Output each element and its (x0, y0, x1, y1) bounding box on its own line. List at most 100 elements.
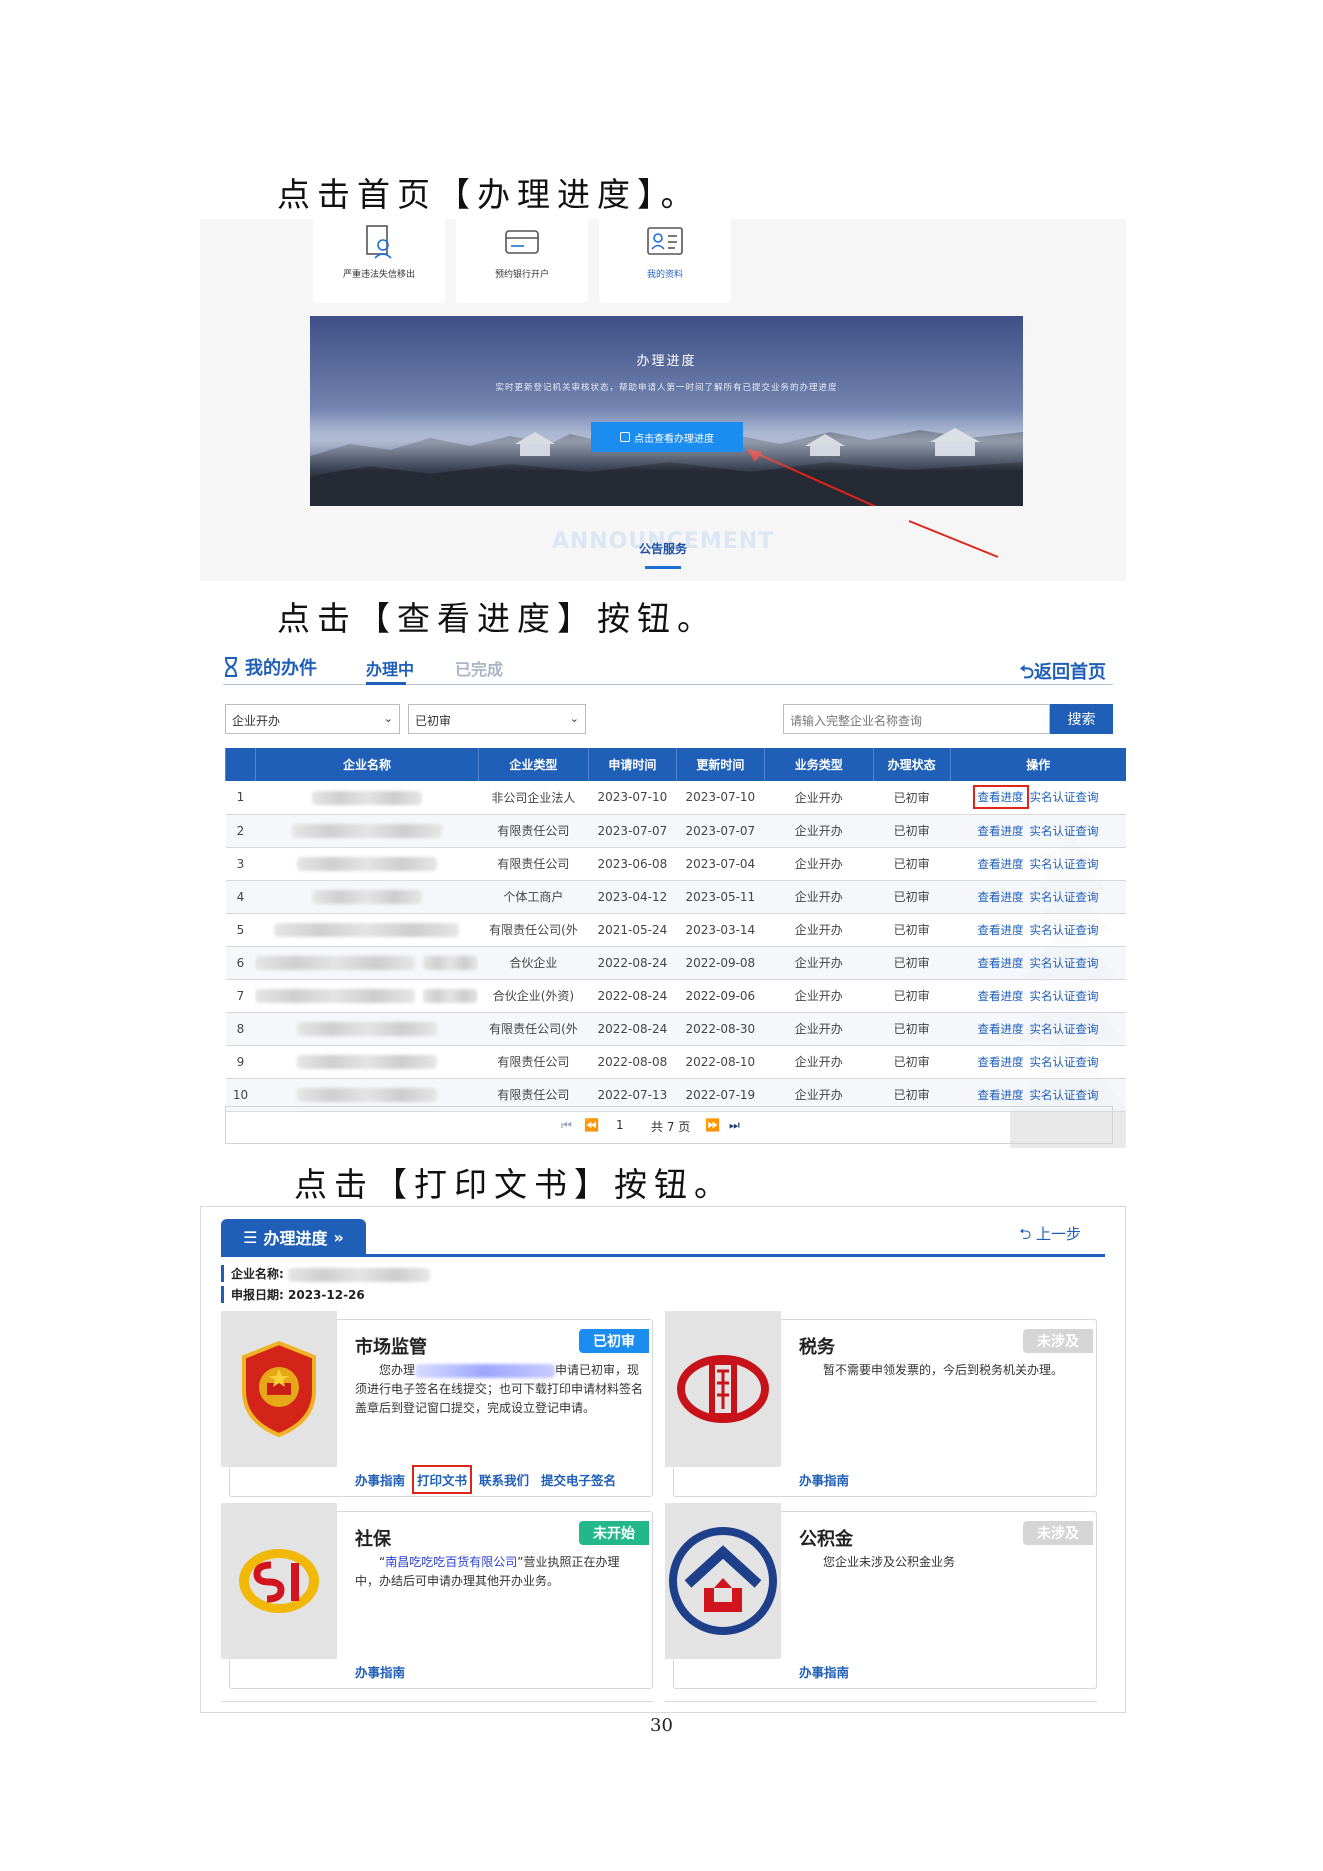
desc-prefix: 您办理 (379, 1363, 416, 1377)
back-home-link[interactable]: ⮌返回首页 (1020, 658, 1106, 690)
business-type-cell: 企业开办 (764, 913, 874, 947)
business-type-select[interactable]: 企业开办 ⌄ (225, 704, 400, 734)
updated-date-cell: 2022-08-10 (676, 1045, 765, 1079)
progress-detail-screenshot: ☰ 办理进度 » ⮌ 上一步 企业名称: 申报日期: 2023-12-26 市场… (200, 1206, 1126, 1713)
back-home-label: 返回首页 (1034, 662, 1106, 683)
status-cell: 已初审 (873, 1045, 951, 1079)
applied-date-cell: 2023-06-08 (588, 847, 677, 881)
view-progress-link[interactable]: 查看进度 (978, 1055, 1024, 1069)
guide-link[interactable]: 办事指南 (799, 1470, 849, 1489)
realname-query-link[interactable]: 实名认证查询 (1030, 1055, 1099, 1069)
tile-bank-account[interactable]: 预约银行开户 (456, 219, 588, 303)
my-cases-label: 我的办件 (245, 658, 317, 679)
tile-my-materials[interactable]: 我的资料 (599, 219, 731, 303)
view-progress-link[interactable]: 查看进度 (978, 1022, 1024, 1036)
guide-link[interactable]: 办事指南 (355, 1470, 405, 1489)
company-name-redacted (274, 922, 460, 937)
first-page-icon[interactable]: ⏮ (561, 1118, 572, 1133)
view-progress-link[interactable]: 查看进度 (972, 785, 1029, 810)
view-progress-link[interactable]: 查看进度 (978, 890, 1024, 904)
banner-title: 办理进度 (636, 354, 697, 369)
progress-tab[interactable]: ☰ 办理进度 » (221, 1219, 366, 1255)
tax-card: 税务 未涉及 暂不需要申领发票的，今后到税务机关办理。 办事指南 (665, 1311, 1097, 1497)
card-title: 社保 (355, 1529, 391, 1550)
date-label: 申报日期: (231, 1288, 284, 1302)
company-type-cell: 有限责任公司 (478, 1045, 589, 1079)
updated-date-cell: 2022-08-30 (676, 1012, 765, 1046)
contact-link[interactable]: 联系我们 (479, 1470, 529, 1489)
updated-date-cell: 2023-07-04 (676, 847, 765, 881)
status-cell: 已初审 (873, 814, 951, 848)
card-links: 办事指南 (355, 1662, 405, 1681)
status-cell: 已初审 (873, 880, 951, 914)
desc-company: 南昌吃吃吃百货有限公司 (385, 1555, 518, 1569)
realname-query-link[interactable]: 实名认证查询 (1030, 790, 1099, 804)
housing-fund-logo-icon (669, 1527, 777, 1635)
prev-page-icon[interactable]: ⏪ (584, 1118, 599, 1132)
realname-query-link[interactable]: 实名认证查询 (1030, 956, 1099, 970)
company-label: 企业名称: (231, 1267, 284, 1281)
announcement-tab[interactable]: 公告服务 (200, 540, 1126, 557)
desc-body: 暂不需要申领发票的，今后到税务机关办理。 (823, 1363, 1064, 1377)
guide-link[interactable]: 办事指南 (799, 1662, 849, 1681)
step1-heading: 点击首页【办理进度】。 (277, 175, 701, 214)
guide-link[interactable]: 办事指南 (355, 1662, 405, 1681)
view-progress-link[interactable]: 查看进度 (978, 857, 1024, 871)
realname-query-link[interactable]: 实名认证查询 (1030, 890, 1099, 904)
hourglass-icon (225, 657, 237, 677)
tabs-divider (223, 684, 1113, 685)
logo-box (665, 1311, 781, 1467)
pagination: ⏮ ⏪ 1 共 7 页 ⏩ ⏭ (225, 1106, 1113, 1144)
progress-tab-label: 办理进度 (263, 1229, 328, 1248)
submit-esign-link[interactable]: 提交电子签名 (541, 1470, 616, 1489)
status-select[interactable]: 已初审 ⌄ (408, 704, 586, 734)
row-number: 1 (225, 781, 256, 815)
print-documents-link[interactable]: 打印文书 (412, 1465, 473, 1494)
my-cases-screenshot: 我的办件 办理中 已完成 ⮌返回首页 企业开办 ⌄ 已初审 ⌄ 请输入完整企业名… (200, 640, 1126, 1148)
search-button[interactable]: 搜索 (1050, 704, 1113, 734)
view-progress-link[interactable]: 查看进度 (978, 923, 1024, 937)
realname-query-link[interactable]: 实名认证查询 (1030, 923, 1099, 937)
company-name-cell (255, 979, 479, 1013)
current-page[interactable]: 1 (616, 1118, 624, 1132)
logo-box (221, 1311, 337, 1467)
updated-date-cell: 2023-07-07 (676, 814, 765, 848)
announcement-underline (645, 566, 681, 569)
tab-in-progress[interactable]: 办理中 (366, 656, 414, 680)
social-security-card: 社保 未开始 “南昌吃吃吃百货有限公司”营业执照正在办理中，办结后可申请办理其他… (221, 1503, 653, 1689)
business-type-cell: 企业开办 (764, 781, 874, 815)
business-type-cell: 企业开办 (764, 1045, 874, 1079)
column-header: 更新时间 (675, 748, 765, 781)
company-name-redacted (296, 1021, 437, 1036)
view-progress-link[interactable]: 查看进度 (978, 824, 1024, 838)
company-search-input[interactable]: 请输入完整企业名称查询 (783, 704, 1050, 734)
updated-date-cell: 2023-03-14 (676, 913, 765, 947)
view-progress-label: 点击查看办理进度 (634, 433, 714, 445)
tab-completed[interactable]: 已完成 (455, 656, 503, 680)
updated-date-cell: 2022-09-08 (676, 946, 765, 980)
row-number: 2 (225, 814, 256, 848)
realname-query-link[interactable]: 实名认证查询 (1030, 857, 1099, 871)
view-progress-link[interactable]: 查看进度 (978, 956, 1024, 970)
tile-dishonesty-removal[interactable]: 严重违法失信移出 (313, 219, 445, 303)
logo-box (665, 1503, 781, 1659)
applied-date-cell: 2022-08-24 (588, 946, 677, 980)
last-page-icon[interactable]: ⏭ (729, 1118, 740, 1133)
business-type-cell: 企业开办 (764, 880, 874, 914)
realname-query-link[interactable]: 实名认证查询 (1030, 1022, 1099, 1036)
company-type-cell: 有限责任公司(外 (478, 913, 589, 947)
next-page-icon[interactable]: ⏩ (705, 1118, 720, 1132)
view-progress-link[interactable]: 查看进度 (978, 989, 1024, 1003)
row-number: 4 (225, 880, 256, 914)
realname-query-link[interactable]: 实名认证查询 (1030, 1088, 1099, 1102)
realname-query-link[interactable]: 实名认证查询 (1030, 824, 1099, 838)
card-links: 办事指南 (799, 1470, 849, 1489)
column-header: 业务类型 (763, 748, 874, 781)
realname-query-link[interactable]: 实名认证查询 (1030, 989, 1099, 1003)
next-cards-edge (221, 1701, 653, 1712)
previous-step-link[interactable]: ⮌ 上一步 (1019, 1223, 1081, 1249)
view-progress-button[interactable]: 点击查看办理进度 (591, 422, 743, 452)
step2-heading: 点击【查看进度】按钮。 (277, 599, 717, 638)
view-progress-link[interactable]: 查看进度 (978, 1088, 1024, 1102)
tax-emblem-icon (677, 1355, 769, 1423)
